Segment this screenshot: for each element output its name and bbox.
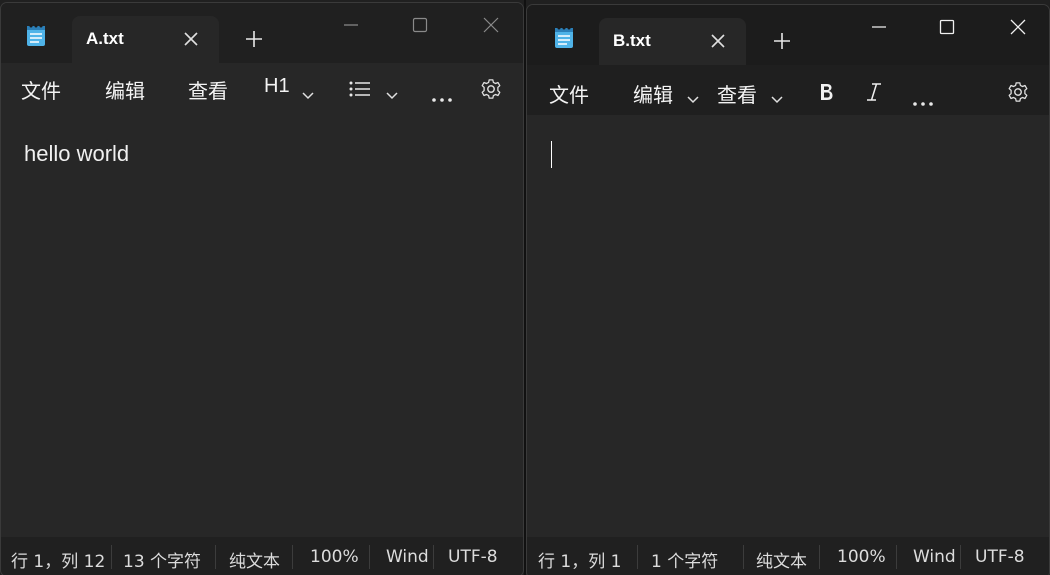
status-line-ending[interactable]: Wind — [386, 547, 430, 567]
new-tab-plus-icon[interactable] — [245, 30, 263, 48]
gear-icon[interactable] — [480, 78, 502, 104]
divider — [433, 545, 434, 569]
notepad-window-b: B.txt 文件 编辑 查看 行 1，列 1 1 个字符 纯文本 100% Wi… — [526, 4, 1050, 575]
close-tab-icon[interactable] — [183, 31, 199, 47]
status-bar: 行 1，列 12 13 个字符 纯文本 100% Wind UTF-8 — [1, 537, 523, 575]
chevron-down-icon[interactable] — [771, 89, 783, 104]
divider — [819, 545, 820, 569]
status-encoding[interactable]: UTF-8 — [975, 547, 1025, 567]
status-file-type[interactable]: 纯文本 — [756, 547, 807, 572]
notepad-window-a: A.txt 文件 编辑 查看 H1 hello world 行 1，列 12 1… — [0, 2, 524, 575]
status-bar: 行 1，列 1 1 个字符 纯文本 100% Wind UTF-8 — [527, 537, 1049, 575]
divider — [960, 545, 961, 569]
status-char-count: 13 个字符 — [123, 552, 202, 572]
tab-title: A.txt — [86, 29, 124, 48]
text-editor-area[interactable] — [527, 115, 1049, 538]
maximize-icon[interactable] — [933, 13, 961, 41]
more-icon[interactable] — [432, 87, 452, 106]
divider — [743, 545, 744, 569]
gear-icon[interactable] — [1007, 81, 1029, 107]
menu-view[interactable]: 查看 — [717, 79, 757, 108]
status-zoom[interactable]: 100% — [310, 547, 359, 567]
divider — [215, 545, 216, 569]
status-line-ending[interactable]: Wind — [913, 547, 957, 567]
text-editor-area[interactable]: hello world — [1, 113, 523, 536]
tab-b-txt[interactable]: B.txt — [599, 18, 746, 65]
divider — [637, 545, 638, 569]
divider — [369, 545, 370, 569]
menu-view[interactable]: 查看 — [188, 75, 228, 104]
status-char-count: 1 个字符 — [651, 552, 719, 572]
status-line-column: 行 1，列 12 — [11, 552, 106, 572]
minimize-icon[interactable] — [865, 13, 893, 41]
chevron-down-icon[interactable] — [302, 85, 314, 100]
italic-icon[interactable] — [865, 82, 883, 106]
menu-file[interactable]: 文件 — [21, 75, 61, 104]
status-line-column: 行 1，列 1 — [538, 552, 622, 572]
new-tab-plus-icon[interactable] — [773, 32, 791, 50]
divider — [292, 545, 293, 569]
divider — [111, 545, 112, 569]
title-bar[interactable]: B.txt — [527, 5, 1049, 65]
list-icon[interactable] — [349, 81, 371, 101]
tab-a-txt[interactable]: A.txt — [72, 16, 219, 63]
status-file-type[interactable]: 纯文本 — [229, 547, 280, 572]
menu-bar: 文件 编辑 查看 — [527, 65, 1049, 115]
notepad-icon — [553, 25, 575, 49]
title-bar[interactable]: A.txt — [1, 3, 523, 63]
close-window-icon[interactable] — [477, 11, 505, 39]
divider — [896, 545, 897, 569]
maximize-icon[interactable] — [406, 11, 434, 39]
notepad-icon — [25, 23, 47, 47]
chevron-down-icon[interactable] — [687, 89, 699, 104]
menu-edit[interactable]: 编辑 — [105, 75, 145, 104]
close-window-icon[interactable] — [1004, 13, 1032, 41]
close-tab-icon[interactable] — [710, 33, 726, 49]
status-zoom[interactable]: 100% — [837, 547, 886, 567]
menu-bar: 文件 编辑 查看 H1 — [1, 63, 523, 113]
more-icon[interactable] — [913, 91, 933, 110]
editor-content[interactable]: hello world — [24, 141, 129, 167]
bold-icon[interactable] — [818, 82, 834, 106]
menu-edit[interactable]: 编辑 — [633, 79, 673, 108]
chevron-down-icon[interactable] — [386, 85, 398, 100]
status-encoding[interactable]: UTF-8 — [448, 547, 498, 567]
tab-title: B.txt — [613, 31, 651, 50]
minimize-icon[interactable] — [337, 11, 365, 39]
heading-format-dropdown[interactable]: H1 — [264, 75, 290, 98]
menu-file[interactable]: 文件 — [549, 79, 589, 108]
text-cursor — [551, 141, 552, 168]
